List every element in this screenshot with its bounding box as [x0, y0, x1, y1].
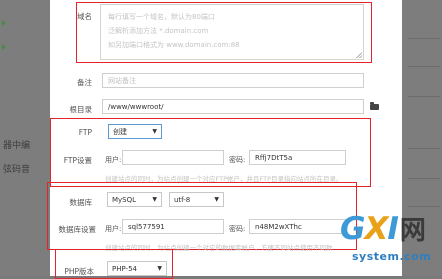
database-settings-label: 数据库设置 [58, 225, 97, 234]
ftp-select[interactable]: 创建 ▼ [108, 124, 162, 139]
database-type-select[interactable]: MySQL ▼ [107, 192, 162, 207]
resize-grip-icon[interactable] [356, 52, 362, 58]
ftp-label: FTP [78, 128, 92, 137]
php-version-label: PHP版本 [64, 267, 94, 276]
database-label: 数据库 [69, 198, 93, 207]
watermark-url: system.com [352, 250, 432, 263]
php-version-select[interactable]: PHP-54 ▼ [107, 261, 167, 276]
database-charset-select[interactable]: utf-8 ▼ [169, 192, 224, 207]
watermark-logo: GXI网 system.com [340, 211, 432, 263]
ftp-password-input[interactable]: Rffj7DtT5a [249, 150, 346, 165]
root-dir-input[interactable]: /www/wwwroot/ [102, 99, 364, 114]
ftp-user-input[interactable] [122, 150, 224, 165]
database-password-label: 密码: [229, 225, 246, 233]
ftp-user-label: 用户: [105, 156, 122, 164]
background-text: 弦码音 [3, 165, 31, 175]
background-text: 器中编 [3, 141, 31, 151]
domain-textarea[interactable]: 每行填写一个域名，默认为80端口 泛解析添加方法 *.domain.com 如另… [100, 4, 364, 60]
domain-label: 域名 [77, 12, 92, 21]
ftp-password-label: 密码: [229, 156, 246, 164]
background-page-left: 器中编 弦码音 [0, 0, 50, 276]
chevron-down-icon: ▼ [152, 128, 157, 135]
remark-input[interactable]: 网站备注 [102, 73, 364, 88]
chevron-down-icon: ▼ [152, 196, 157, 203]
database-password-input[interactable]: n48M2wXThc [249, 219, 346, 234]
root-dir-label: 根目录 [69, 105, 93, 114]
remark-label: 备注 [77, 78, 92, 87]
folder-icon[interactable] [370, 102, 379, 110]
database-user-input[interactable]: sql577591 [122, 219, 224, 234]
play-icon [2, 20, 6, 26]
chevron-down-icon: ▼ [214, 196, 219, 203]
chevron-down-icon: ▼ [157, 265, 162, 272]
ftp-settings-label: FTP设置 [63, 156, 92, 165]
play-icon [2, 44, 6, 50]
database-user-label: 用户: [105, 225, 122, 233]
